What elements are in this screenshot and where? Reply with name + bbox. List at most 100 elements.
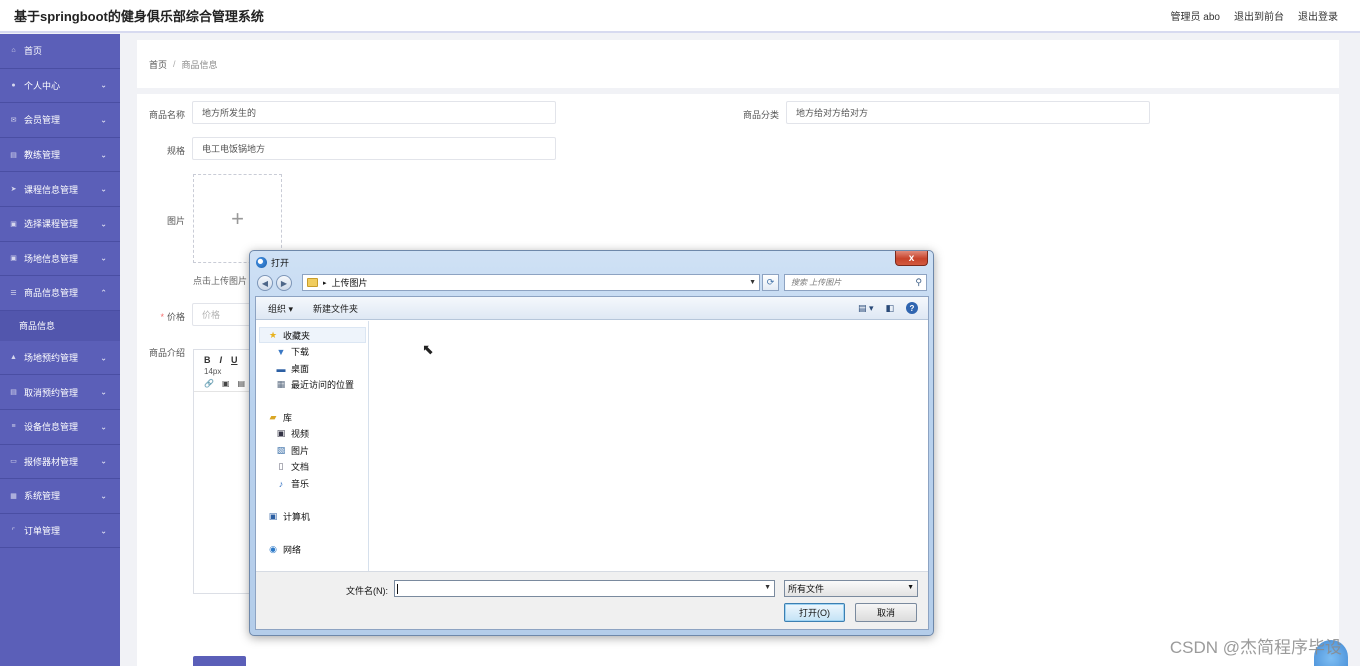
sidebar-item-venue-booking[interactable]: ▲ 场地预约管理 ⌄ (0, 341, 120, 376)
app-title: 基于springboot的健身俱乐部综合管理系统 (14, 9, 264, 24)
underline-button[interactable]: U (231, 355, 238, 365)
sidebar-item-orders[interactable]: ⌜ 订单管理 ⌄ (0, 514, 120, 549)
chat-icon: ▭ (10, 458, 17, 466)
preview-pane-icon[interactable]: ◧ (885, 303, 894, 314)
close-button[interactable]: x (895, 251, 928, 266)
sidebar-item-equipment[interactable]: ≡ 设备信息管理 ⌄ (0, 410, 120, 445)
view-mode-icon[interactable]: ▤ ▾ (858, 303, 874, 314)
sidebar-item-repairs[interactable]: ▭ 报修器材管理 ⌄ (0, 445, 120, 480)
rich-text-editor[interactable]: B I U 14px 🔗 ▣ ▤ (193, 349, 253, 594)
star-icon: ★ (268, 330, 278, 340)
tree-item-pictures[interactable]: ▧ 图片 (276, 444, 309, 457)
mail-icon: ✉ (10, 116, 17, 124)
file-open-dialog: 打开 x ◀ ▶ ▸ 上传图片 ▼ ⟳ 搜索 上传图片 ⚲ 组织 ▾ 新建文件夹… (249, 250, 934, 636)
list-icon: ☰ (10, 289, 17, 297)
doc-icon: ▣ (10, 220, 17, 228)
forward-button[interactable]: ▶ (276, 275, 292, 291)
tree-item-videos[interactable]: ▣ 视频 (276, 427, 309, 440)
cancel-button[interactable]: 取消 (855, 603, 917, 622)
tree-item-recent[interactable]: ▦ 最近访问的位置 (276, 378, 354, 391)
grid-icon: ▦ (10, 492, 17, 500)
chevron-down-icon: ⌄ (100, 526, 107, 536)
breadcrumb: 首页 / 商品信息 (137, 40, 1339, 88)
tree-item-music[interactable]: ♪ 音乐 (276, 477, 309, 490)
dropdown-arrow-icon[interactable]: ▼ (764, 584, 771, 591)
refresh-button[interactable]: ⟳ (762, 274, 779, 291)
sidebar-subitem-product-info[interactable]: 商品信息 (0, 310, 120, 341)
editor-toolbar: B I U (194, 350, 252, 365)
sidebar-item-course-selection[interactable]: ▣ 选择课程管理 ⌄ (0, 207, 120, 242)
price-input[interactable]: 价格 (192, 303, 252, 326)
tree-item-documents[interactable]: ▯ 文档 (276, 460, 310, 473)
image-icon[interactable]: ▣ (222, 379, 230, 391)
new-folder-button[interactable]: 新建文件夹 (313, 302, 358, 315)
sidebar-item-courses[interactable]: ➤ 课程信息管理 ⌄ (0, 172, 120, 207)
dropdown-arrow-icon[interactable]: ▼ (749, 279, 756, 286)
submit-button[interactable] (193, 656, 246, 666)
logout-link[interactable]: 退出登录 (1298, 8, 1338, 23)
breadcrumb-current: 商品信息 (181, 59, 218, 70)
network-icon: ◉ (269, 544, 277, 554)
text-caret (397, 584, 398, 594)
filetype-select[interactable]: 所有文件 ▼ (784, 580, 918, 597)
product-category-input[interactable]: 地方给对方给对方 (786, 101, 1150, 124)
price-label: * 价格 (160, 312, 185, 322)
tree-item-computer[interactable]: ▣ 计算机 (268, 510, 310, 523)
chevron-down-icon: ⌄ (100, 422, 107, 432)
download-folder-icon: ▼ (276, 346, 286, 357)
chevron-down-icon: ⌄ (100, 253, 107, 263)
sidebar-item-profile[interactable]: ● 个人中心 ⌄ (0, 69, 120, 104)
organize-menu[interactable]: 组织 ▾ (268, 302, 293, 315)
thumb-icon: ▲ (10, 354, 17, 362)
bold-button[interactable]: B (204, 355, 211, 365)
dialog-title: 打开 (271, 257, 290, 268)
sidebar-item-home[interactable]: ⌂ 首页 (0, 34, 120, 69)
sidebar-item-cancel-booking[interactable]: ▤ 取消预约管理 ⌄ (0, 375, 120, 410)
chevron-down-icon: ⌄ (100, 456, 107, 466)
dialog-bottom-bar: 文件名(N): ▼ 所有文件 ▼ 打开(O) 取消 (256, 571, 928, 629)
product-name-input[interactable]: 地方所发生的 (192, 101, 556, 124)
view-controls: ▤ ▾ ◧ ? (858, 302, 918, 314)
doc-icon: ▣ (10, 255, 17, 263)
chevron-down-icon: ⌄ (100, 184, 107, 194)
spec-input[interactable]: 电工电饭锅地方 (192, 137, 556, 160)
tree-item-downloads[interactable]: ▼ 下载 (276, 345, 309, 358)
watermark: CSDN @杰简程序毕设 (1169, 638, 1342, 657)
tree-item-desktop[interactable]: ▬ 桌面 (276, 362, 310, 375)
sidebar-item-system[interactable]: ▦ 系统管理 ⌄ (0, 479, 120, 514)
product-name-label: 商品名称 (148, 110, 185, 120)
search-input[interactable]: 搜索 上传图片 ⚲ (784, 274, 927, 291)
desktop-icon: ▬ (276, 363, 286, 374)
sidebar-item-venues[interactable]: ▣ 场地信息管理 ⌄ (0, 242, 120, 277)
tree-item-favorites[interactable]: ★ 收藏夹 (268, 329, 310, 342)
dropdown-arrow-icon: ▼ (907, 584, 914, 591)
current-user-label: 管理员 abo (1170, 12, 1220, 23)
mouse-cursor-icon: ⬉ (422, 341, 434, 357)
breadcrumb-home[interactable]: 首页 (149, 58, 167, 71)
link-icon[interactable]: 🔗 (204, 379, 214, 391)
menu-icon: ≡ (11, 423, 16, 431)
back-button[interactable]: ◀ (257, 275, 273, 291)
font-size-select[interactable]: 14px (194, 365, 252, 376)
dialog-titlebar: 打开 (256, 255, 289, 269)
send-icon: ➤ (10, 186, 17, 194)
video-icon[interactable]: ▤ (238, 379, 246, 391)
help-icon[interactable]: ? (906, 302, 918, 314)
search-icon: ⚲ (915, 277, 922, 287)
address-bar[interactable]: ▸ 上传图片 ▼ (302, 274, 760, 291)
navigation-pane: ★ 收藏夹 ▼ 下载 ▬ 桌面 ▦ 最近访问的位置 ▰ 库 ▣ 视频 ▧ 图片 ▯ 文档 ♪ 音乐… (256, 321, 369, 571)
tree-item-network[interactable]: ◉ 网络 (268, 543, 301, 556)
open-button[interactable]: 打开(O) (784, 603, 845, 622)
sidebar-item-members[interactable]: ✉ 会员管理 ⌄ (0, 103, 120, 138)
file-list-area[interactable]: ⬉ (370, 321, 928, 571)
chevron-down-icon: ⌄ (100, 353, 107, 363)
sidebar-item-products[interactable]: ☰ 商品信息管理 ⌃ (0, 276, 120, 311)
front-page-link[interactable]: 退出到前台 (1234, 8, 1284, 23)
path-folder-name: 上传图片 (331, 278, 368, 288)
filename-input[interactable]: ▼ (394, 580, 775, 597)
italic-button[interactable]: I (220, 355, 223, 365)
chevron-up-icon: ⌃ (100, 288, 107, 298)
sidebar-item-coaches[interactable]: ▤ 教练管理 ⌄ (0, 138, 120, 173)
music-icon: ♪ (278, 478, 284, 489)
tree-item-libraries[interactable]: ▰ 库 (268, 411, 292, 424)
